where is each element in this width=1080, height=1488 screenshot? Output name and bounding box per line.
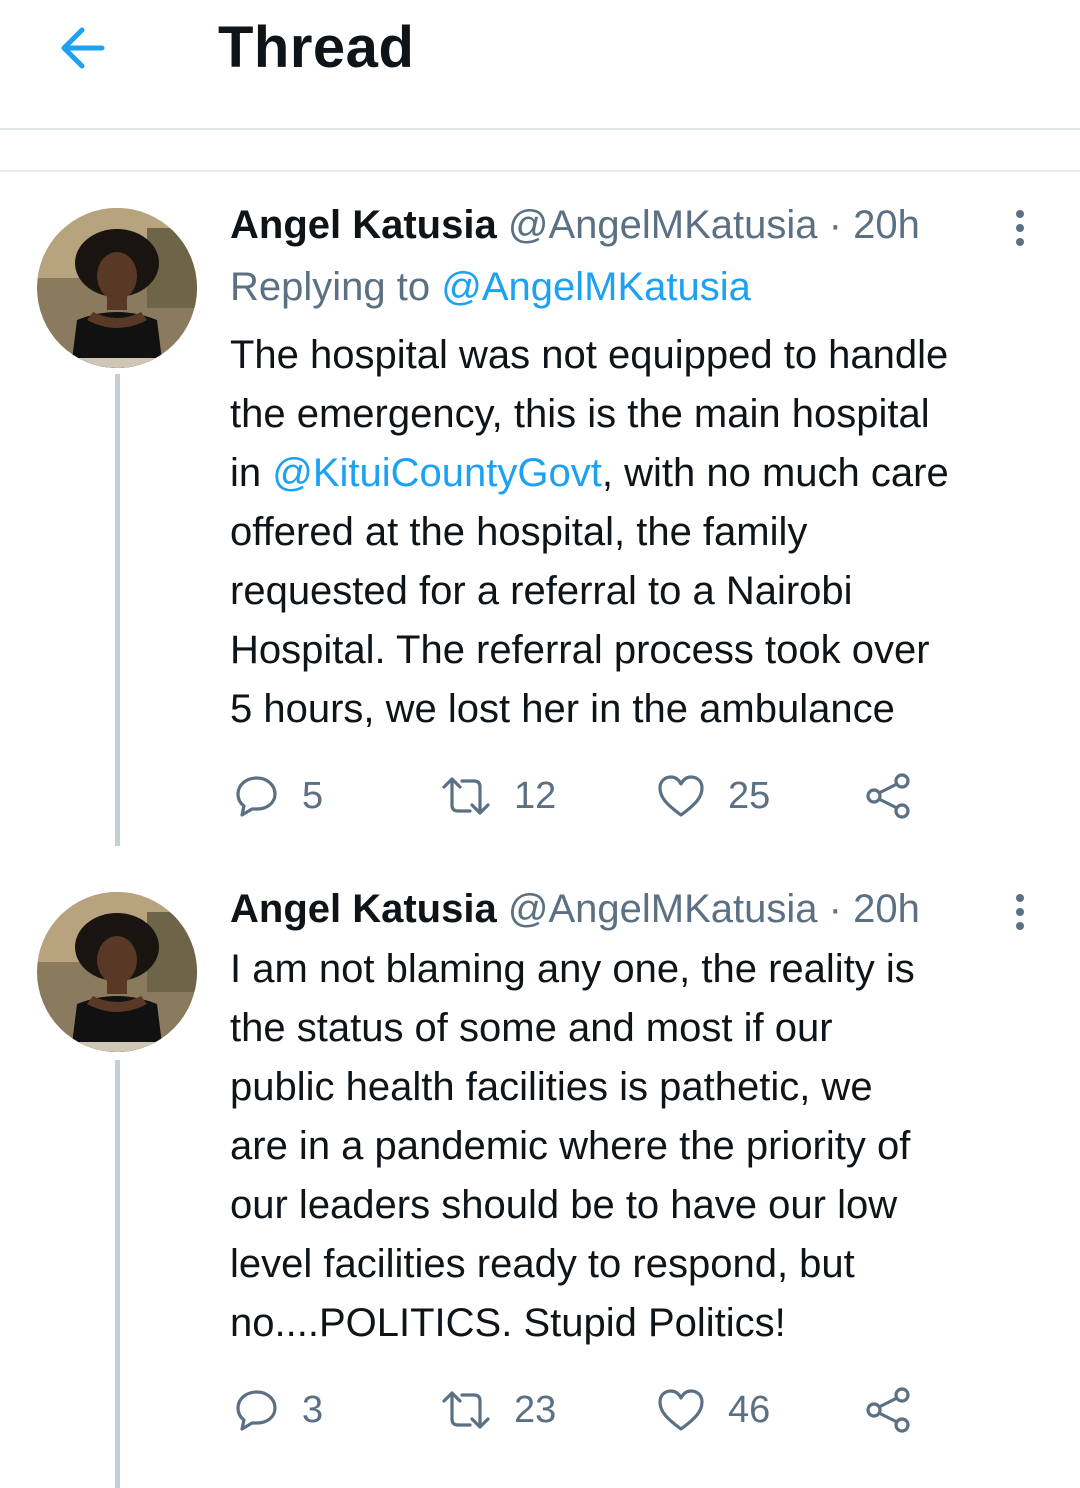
reply-count: 5 bbox=[302, 774, 324, 817]
tweet-header: Angel Katusia @AngelMKatusia · 20h bbox=[230, 880, 920, 938]
thread-line bbox=[115, 374, 120, 846]
avatar-photo bbox=[37, 892, 197, 1052]
page-title: Thread bbox=[218, 15, 415, 80]
share-button[interactable] bbox=[864, 1380, 914, 1440]
tweet-actions: 5 12 25 bbox=[230, 766, 1010, 826]
author-name[interactable]: Angel Katusia bbox=[230, 887, 497, 931]
retweet-button[interactable]: 12 bbox=[440, 766, 556, 826]
more-vertical-icon bbox=[1006, 894, 1034, 930]
mention-link[interactable]: @KituiCountyGovt bbox=[272, 451, 602, 495]
reply-count: 3 bbox=[302, 1388, 324, 1431]
avatar-photo bbox=[37, 208, 197, 368]
like-count: 25 bbox=[728, 774, 771, 817]
like-count: 46 bbox=[728, 1388, 771, 1431]
avatar[interactable] bbox=[37, 892, 197, 1052]
share-button[interactable] bbox=[864, 766, 914, 826]
divider bbox=[0, 130, 1080, 172]
reply-icon bbox=[236, 776, 277, 817]
header-bar: Thread bbox=[0, 0, 1080, 130]
replying-to-handle[interactable]: @AngelMKatusia bbox=[441, 265, 751, 309]
avatar[interactable] bbox=[37, 208, 197, 368]
timestamp[interactable]: 20h bbox=[853, 887, 920, 931]
like-button[interactable]: 46 bbox=[656, 1380, 770, 1440]
replying-to-label: Replying to bbox=[230, 265, 431, 309]
reply-button[interactable]: 3 bbox=[234, 1380, 323, 1440]
timestamp[interactable]: 20h bbox=[853, 203, 920, 247]
separator-dot: · bbox=[828, 887, 842, 931]
retweet-button[interactable]: 23 bbox=[440, 1380, 556, 1440]
author-name[interactable]: Angel Katusia bbox=[230, 203, 497, 247]
heart-icon bbox=[658, 1389, 704, 1431]
tweet-actions: 3 23 46 bbox=[230, 1380, 1010, 1440]
author-handle[interactable]: @AngelMKatusia bbox=[508, 887, 818, 931]
reply-icon bbox=[236, 1390, 277, 1431]
more-options-button[interactable] bbox=[1006, 890, 1034, 934]
retweet-icon bbox=[442, 777, 490, 815]
like-button[interactable]: 25 bbox=[656, 766, 770, 826]
share-icon bbox=[866, 1387, 910, 1433]
retweet-icon bbox=[442, 1391, 490, 1429]
thread-line bbox=[115, 1060, 120, 1488]
heart-icon bbox=[658, 775, 704, 817]
tweet-text: The hospital was not equipped to handle … bbox=[230, 326, 1060, 739]
tweet-text: I am not blaming any one, the reality is… bbox=[230, 947, 915, 1345]
tweet[interactable]: Angel Katusia @AngelMKatusia · 20h Reply… bbox=[0, 196, 1080, 846]
share-icon bbox=[866, 773, 910, 819]
arrow-left-icon bbox=[61, 27, 105, 69]
retweet-count: 23 bbox=[514, 1388, 557, 1431]
tweet[interactable]: Angel Katusia @AngelMKatusia · 20h I am … bbox=[0, 880, 1080, 1488]
more-vertical-icon bbox=[1006, 210, 1034, 246]
separator-dot: · bbox=[828, 203, 842, 247]
author-handle[interactable]: @AngelMKatusia bbox=[508, 203, 818, 247]
back-button[interactable] bbox=[52, 20, 116, 76]
tweet-header: Angel Katusia @AngelMKatusia · 20h bbox=[230, 196, 920, 254]
reply-button[interactable]: 5 bbox=[234, 766, 323, 826]
more-options-button[interactable] bbox=[1006, 206, 1034, 250]
retweet-count: 12 bbox=[514, 774, 557, 817]
replying-to: Replying to @AngelMKatusia bbox=[230, 258, 751, 316]
